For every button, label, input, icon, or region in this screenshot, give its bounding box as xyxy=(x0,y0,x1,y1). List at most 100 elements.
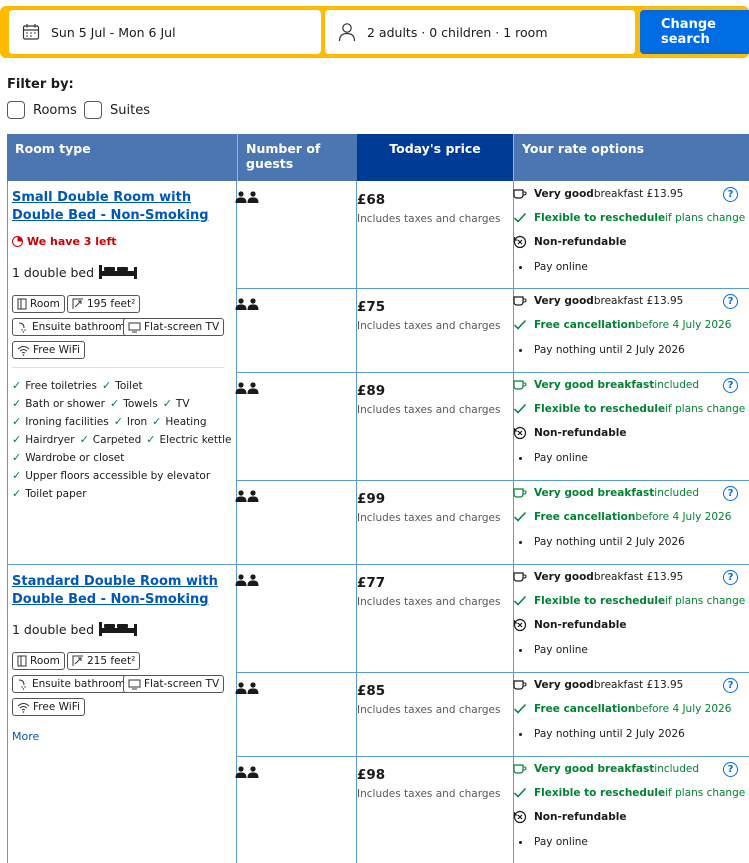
refund-policy: Non-refundable xyxy=(512,618,627,632)
help-icon[interactable]: ? xyxy=(723,486,738,501)
breakfast-option: Very good breakfast included xyxy=(512,378,699,392)
cancellation-option: Flexible to reschedule if plans change xyxy=(512,211,745,225)
price-note: Includes taxes and charges xyxy=(357,320,501,332)
amenity: Hairdryer xyxy=(25,433,75,446)
breakfast-label: Very good xyxy=(534,295,594,307)
check-icon xyxy=(512,786,528,800)
check-icon: ✓ xyxy=(101,379,112,392)
size-icon xyxy=(72,298,84,310)
cancellation-label: Flexible to reschedule xyxy=(534,212,666,224)
price-note: Includes taxes and charges xyxy=(357,596,501,608)
header-rate-options: Your rate options xyxy=(513,134,749,181)
cancellation-option: Flexible to reschedule if plans change xyxy=(512,786,745,800)
help-icon[interactable]: ? xyxy=(723,187,738,202)
bullet-icon xyxy=(512,835,528,849)
coffee-cup-icon xyxy=(512,678,528,692)
filter-rooms[interactable]: Rooms xyxy=(7,101,77,119)
check-icon: ✓ xyxy=(12,415,22,428)
room-link-small-double[interactable]: Small Double Room with Double Bed - Non-… xyxy=(12,189,222,225)
coffee-cup-icon xyxy=(512,570,528,584)
help-icon[interactable]: ? xyxy=(723,678,738,693)
guests-picker[interactable]: 2 adults · 0 children · 1 room xyxy=(325,10,635,54)
bullet-icon xyxy=(512,343,528,357)
grid-line xyxy=(236,756,749,757)
change-search-button[interactable]: Change search xyxy=(640,10,749,54)
payment-option: Pay nothing until 2 July 2026 xyxy=(512,727,685,741)
check-icon: ✓ xyxy=(12,433,22,446)
check-icon: ✓ xyxy=(12,451,22,464)
breakfast-label: Very good xyxy=(534,679,594,691)
tv-icon xyxy=(128,679,141,690)
breakfast-label: Very good xyxy=(534,188,594,200)
chip-label: Room xyxy=(30,298,60,310)
tv-icon xyxy=(128,322,141,333)
guests-icon xyxy=(235,191,259,206)
chip-label: 195 feet² xyxy=(87,298,136,310)
cancellation-detail: before 4 July 2026 xyxy=(635,319,732,331)
bed-text: 1 double bed xyxy=(12,621,95,637)
cancellation-label: Free cancellation xyxy=(534,703,636,715)
guests-icon xyxy=(235,298,259,313)
rooms-checkbox[interactable] xyxy=(7,101,25,119)
filter-suites[interactable]: Suites xyxy=(84,101,150,119)
help-icon[interactable]: ? xyxy=(723,570,738,585)
guests-icon xyxy=(235,682,259,697)
amenity-row: ✓ Ironing facilities ✓ Iron ✓ Heating xyxy=(12,415,207,428)
bed-info: 1 double bed xyxy=(12,264,138,280)
price: £77 xyxy=(357,575,386,591)
grid-line xyxy=(236,181,237,863)
divider xyxy=(12,367,224,368)
header-guests: Number of guests xyxy=(237,134,356,181)
room-name-line2: Double Bed - Non-Smoking xyxy=(12,592,209,607)
bullet-icon xyxy=(512,260,528,274)
room-link-standard-double[interactable]: Standard Double Room with Double Bed - N… xyxy=(12,573,222,609)
chip-label: Free WiFi xyxy=(33,701,80,713)
payment-option: Pay nothing until 2 July 2026 xyxy=(512,343,685,357)
cancellation-option: Flexible to reschedule if plans change xyxy=(512,402,745,416)
amenity: Carpeted xyxy=(92,433,142,446)
check-icon: ✓ xyxy=(12,397,22,410)
refund-policy: Non-refundable xyxy=(512,235,627,249)
payment-label: Pay online xyxy=(534,836,588,848)
size-icon xyxy=(72,655,84,667)
check-icon: ✓ xyxy=(113,415,123,428)
header-price: Today's price xyxy=(357,134,513,181)
price: £98 xyxy=(357,767,386,783)
payment-label: Pay online xyxy=(534,261,588,273)
help-icon[interactable]: ? xyxy=(723,762,738,777)
chip-label: Room xyxy=(30,655,60,667)
cancellation-label: Free cancellation xyxy=(534,511,636,523)
breakfast-option: Very good breakfast £13.95 xyxy=(512,678,683,692)
suites-checkbox[interactable] xyxy=(84,101,102,119)
room-name-line2: Double Bed - Non-Smoking xyxy=(12,208,209,223)
check-icon: ✓ xyxy=(79,433,89,446)
help-icon[interactable]: ? xyxy=(723,294,738,309)
chip-room: Room xyxy=(12,295,65,313)
amenity-row: ✓ Toilet paper xyxy=(12,487,87,500)
cancellation-option: Flexible to reschedule if plans change xyxy=(512,594,745,608)
grid-line xyxy=(7,564,749,565)
guests-text: 2 adults · 0 children · 1 room xyxy=(367,24,548,40)
grid-line xyxy=(7,181,8,863)
scarcity-icon xyxy=(12,236,23,247)
search-bar: Sun 5 Jul - Mon 6 Jul 2 adults · 0 child… xyxy=(0,6,749,58)
breakfast-option: Very good breakfast £13.95 xyxy=(512,187,683,201)
check-icon xyxy=(512,702,528,716)
date-picker[interactable]: Sun 5 Jul - Mon 6 Jul xyxy=(9,10,321,54)
chip-room: Room xyxy=(12,652,65,670)
price-note: Includes taxes and charges xyxy=(357,213,501,225)
availability-text: We have 3 left xyxy=(27,235,117,248)
check-icon xyxy=(512,402,528,416)
amenity: Wardrobe or closet xyxy=(25,451,125,464)
check-icon: ✓ xyxy=(12,469,22,482)
price: £89 xyxy=(357,383,386,399)
payment-option: Pay online xyxy=(512,451,588,465)
help-icon[interactable]: ? xyxy=(723,378,738,393)
payment-label: Pay online xyxy=(534,452,588,464)
chip-tv: Flat-screen TV xyxy=(123,675,225,693)
more-link[interactable]: More xyxy=(12,730,39,743)
filter-title: Filter by: xyxy=(7,77,74,92)
refund-label: Non-refundable xyxy=(534,236,627,248)
breakfast-label: Very good xyxy=(534,571,594,583)
amenity: Upper floors accessible by elevator xyxy=(25,469,211,482)
